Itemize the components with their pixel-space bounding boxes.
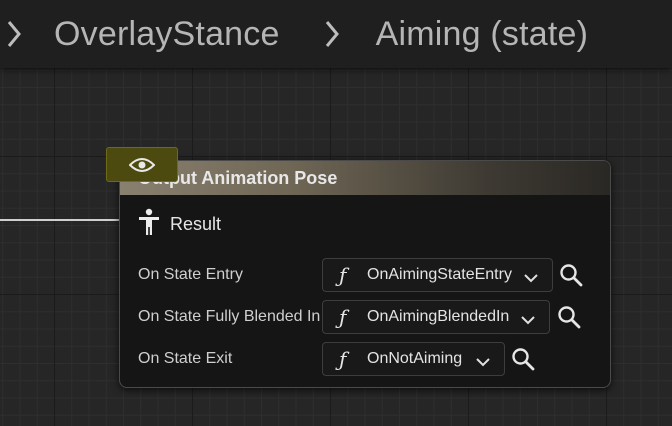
chevron-down-icon xyxy=(521,312,535,330)
chevron-right-icon xyxy=(6,19,22,49)
function-icon: ƒ xyxy=(339,347,347,371)
on-state-entry-value: OnAimingStateEntry xyxy=(367,266,512,283)
search-icon[interactable] xyxy=(559,263,583,292)
on-state-fully-blended-in-dropdown[interactable]: ƒ OnAimingBlendedIn xyxy=(322,300,550,334)
eye-icon[interactable] xyxy=(106,147,178,182)
function-icon: ƒ xyxy=(339,305,347,329)
pose-person-icon xyxy=(138,208,160,241)
on-state-fully-blended-in-value: OnAimingBlendedIn xyxy=(367,308,510,325)
breadcrumb-item-aiming-state[interactable]: Aiming (state) xyxy=(376,15,589,54)
search-icon[interactable] xyxy=(511,347,535,376)
breadcrumb: OverlayStance Aiming (state) xyxy=(0,0,672,68)
breadcrumb-item-overlaystance[interactable]: OverlayStance xyxy=(54,15,280,54)
on-state-fully-blended-in-label: On State Fully Blended In xyxy=(138,308,321,325)
chevron-down-icon xyxy=(524,270,538,288)
result-label: Result xyxy=(170,214,222,234)
on-state-exit-value: OnNotAiming xyxy=(367,350,463,367)
chevron-right-icon xyxy=(324,19,340,49)
search-icon[interactable] xyxy=(557,305,581,334)
pose-wire xyxy=(0,219,122,221)
on-state-exit-dropdown[interactable]: ƒ OnNotAiming xyxy=(322,342,505,376)
chevron-down-icon xyxy=(476,354,490,372)
node-header[interactable]: Output Animation Pose xyxy=(120,161,610,195)
function-icon: ƒ xyxy=(339,263,347,287)
on-state-entry-dropdown[interactable]: ƒ OnAimingStateEntry xyxy=(322,258,553,292)
result-pin-row[interactable]: Result xyxy=(138,208,221,241)
on-state-entry-label: On State Entry xyxy=(138,266,243,283)
on-state-exit-label: On State Exit xyxy=(138,350,233,367)
